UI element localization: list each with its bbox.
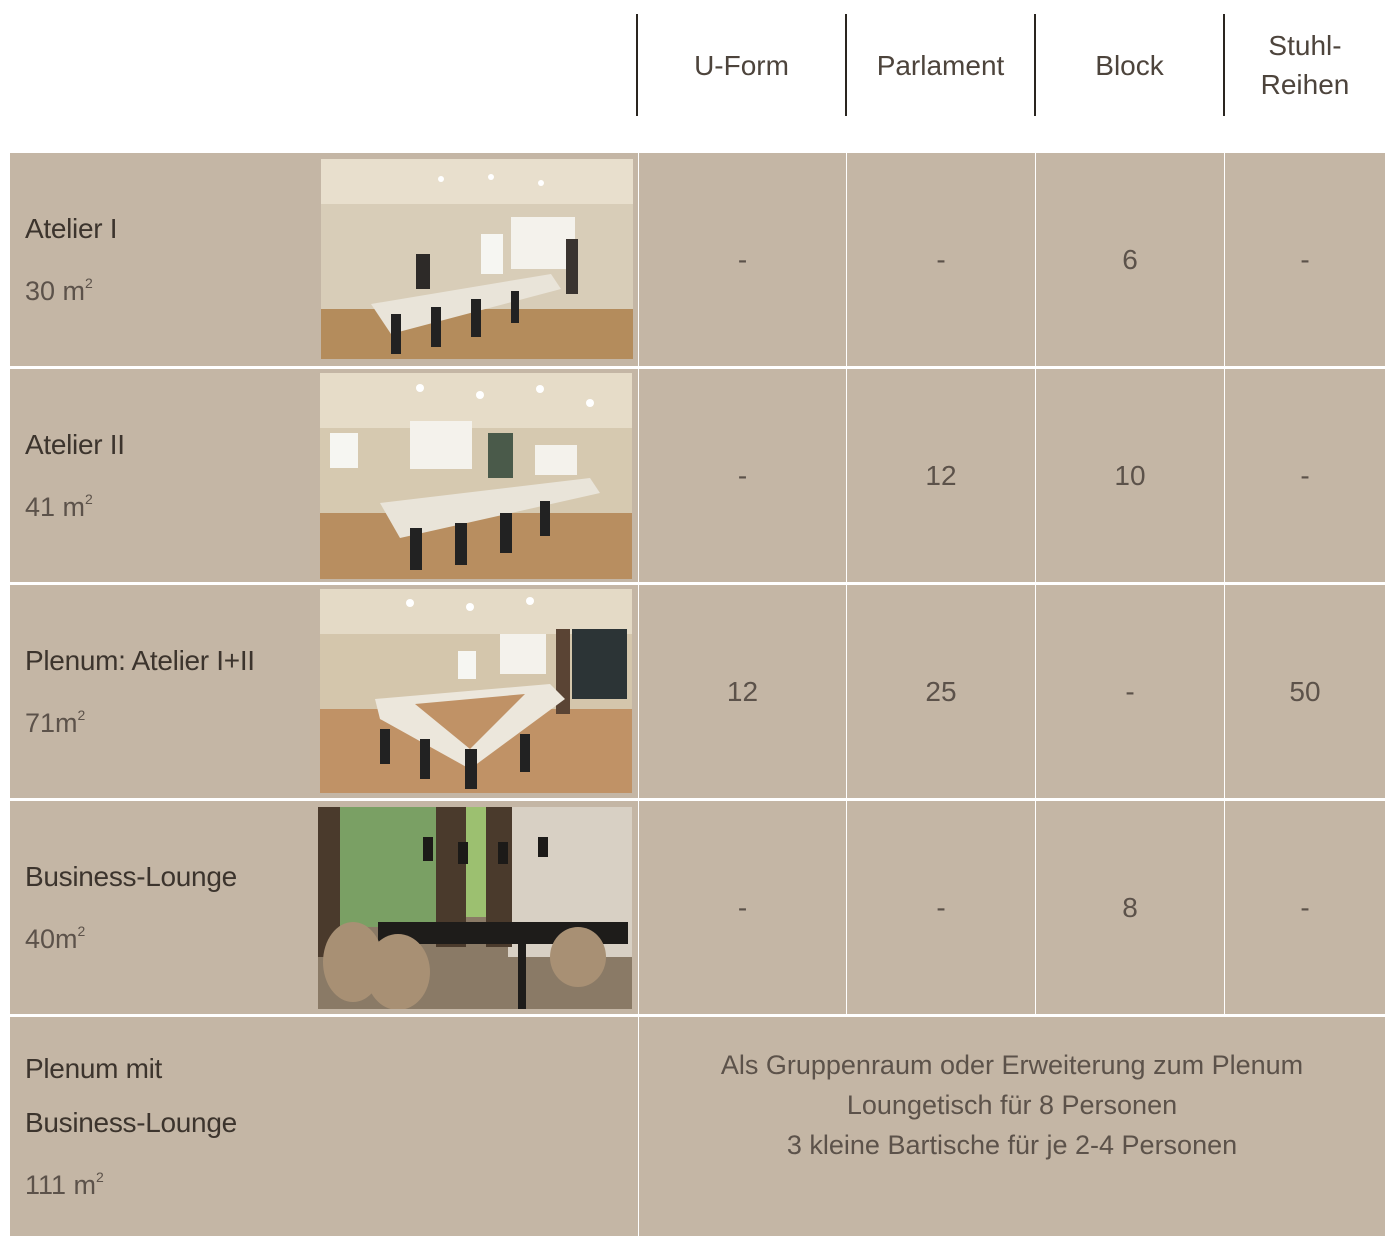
note-line: Als Gruppenraum oder Erweiterung zum Ple… [720,1050,1304,1080]
room-name-line1: Plenum mit [25,1052,163,1084]
column-header-parlament: Parlament [845,14,1034,116]
column-header-stuhlreihen: Stuhl- Reihen [1223,14,1385,116]
table-row: Plenum mit Business-Lounge 111 m2 Als Gr… [10,1017,1385,1236]
column-header-block: Block [1034,14,1223,116]
room-name-cell: Atelier I 30 m2 [10,153,316,366]
stuhlreihen-value: 50 [1225,585,1385,798]
block-value: 6 [1036,153,1224,366]
stuhlreihen-value: - [1225,153,1385,366]
table-row: Atelier I 30 m2 - - 6 - [10,153,1385,366]
u-form-value: 12 [639,585,846,798]
table-row: Plenum: Atelier I+II 71m2 12 25 - 50 [10,585,1385,798]
note-line: Loungetisch für 8 Personen [846,1090,1178,1120]
room-photo-cell [316,801,638,1014]
room-name-cell: Business-Lounge 40m2 [10,801,316,1014]
table-row: Atelier II 41 m2 - 12 10 - [10,369,1385,582]
stuhlreihen-value: - [1225,801,1385,1014]
u-form-value: - [639,369,846,582]
meeting-room-photo [321,159,633,359]
room-name: Business-Lounge [25,860,237,892]
parlament-value: - [847,801,1035,1014]
column-header-u-form: U-Form [636,14,845,116]
room-size: 111 m2 [25,1168,104,1200]
meeting-room-photo [320,589,632,793]
room-size: 30 m2 [25,274,93,306]
room-photo-cell [316,369,638,582]
room-name: Atelier II [25,428,125,460]
lounge-photo [318,807,632,1009]
room-name-cell: Plenum: Atelier I+II 71m2 [10,585,316,798]
stuhlreihen-value: - [1225,369,1385,582]
room-photo-cell [316,153,638,366]
room-size: 40m2 [25,922,86,954]
room-name: Plenum: Atelier I+II [25,644,255,676]
room-name: Atelier I [25,212,118,244]
block-value: - [1036,585,1224,798]
empty-photo-cell [316,1017,638,1236]
room-size: 41 m2 [25,490,93,522]
note-line: 3 kleine Bartische für je 2-4 Personen [786,1130,1238,1160]
meeting-room-photo [320,373,632,579]
table-row: Business-Lounge 40m2 - - 8 - [10,801,1385,1014]
room-name-line2: Business-Lounge [25,1106,237,1138]
room-name-cell: Atelier II 41 m2 [10,369,316,582]
parlament-value: 12 [847,369,1035,582]
room-photo-cell [316,585,638,798]
u-form-value: - [639,153,846,366]
parlament-value: 25 [847,585,1035,798]
block-value: 8 [1036,801,1224,1014]
u-form-value: - [639,801,846,1014]
parlament-value: - [847,153,1035,366]
room-note: Als Gruppenraum oder Erweiterung zum Ple… [639,1017,1385,1236]
room-name-cell: Plenum mit Business-Lounge 111 m2 [10,1017,316,1236]
block-value: 10 [1036,369,1224,582]
room-size: 71m2 [25,706,86,738]
